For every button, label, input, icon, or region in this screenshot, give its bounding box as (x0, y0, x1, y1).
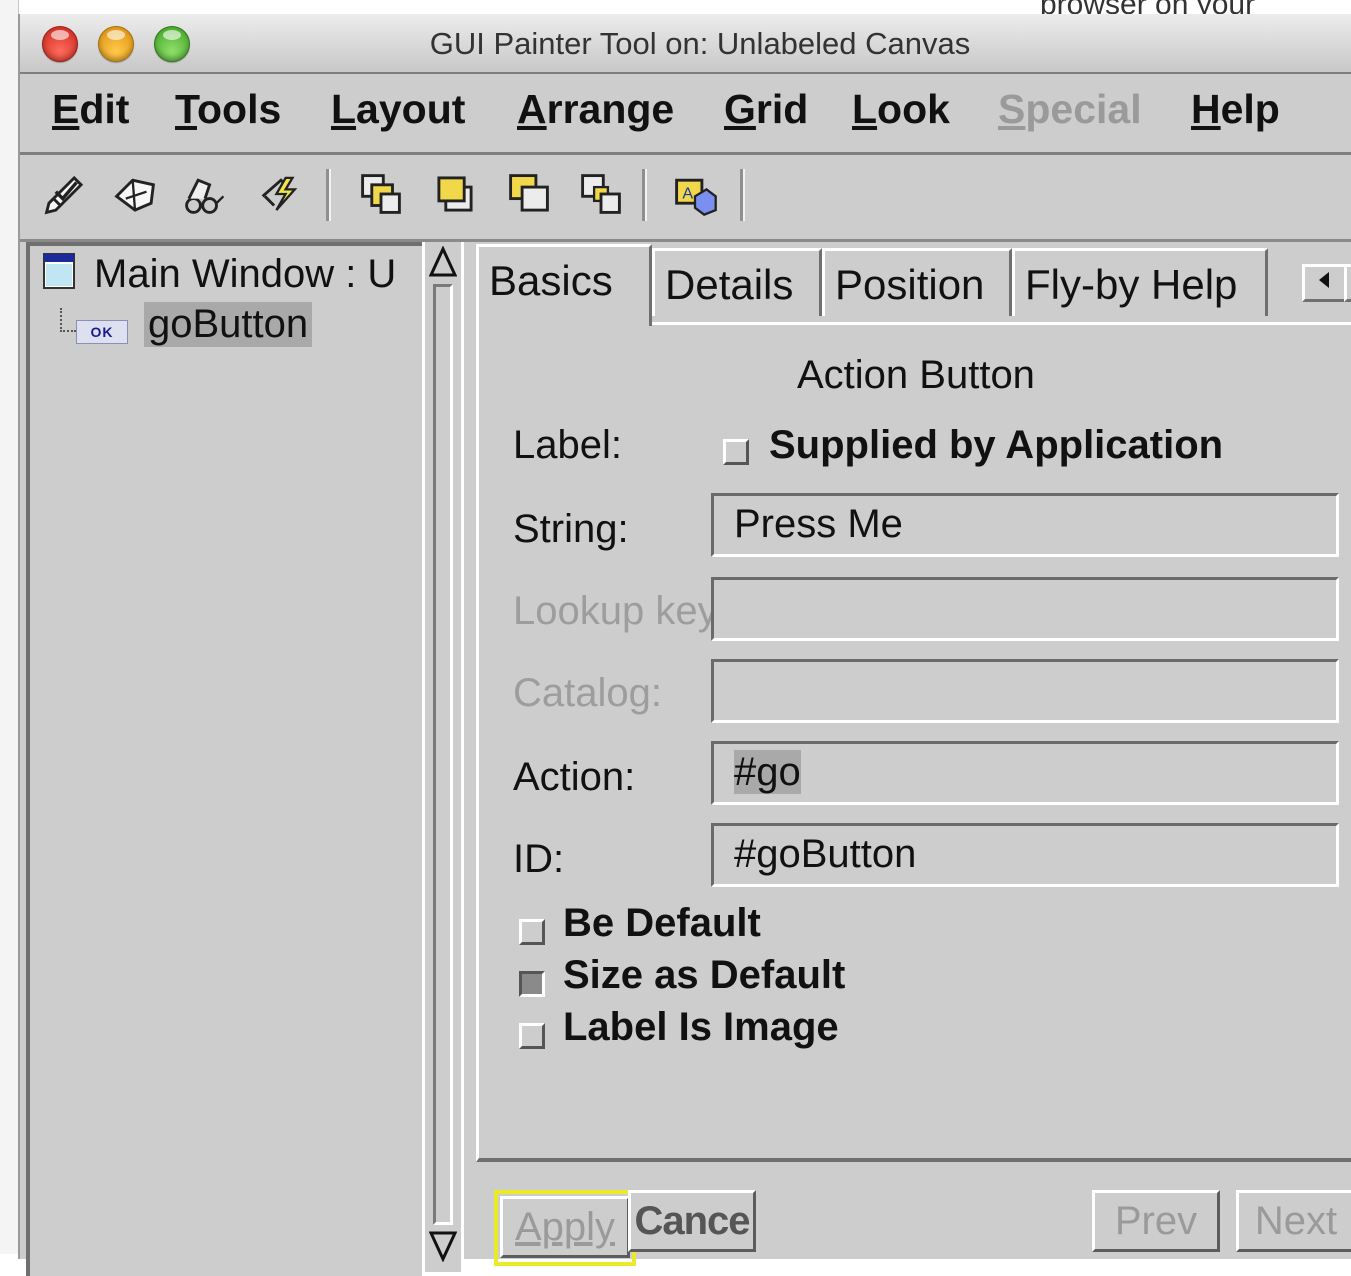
menu-grid[interactable]: Grid (724, 86, 808, 133)
glasses-icon[interactable] (180, 169, 230, 219)
menu-special: Special (998, 86, 1142, 132)
send-backward-icon[interactable] (430, 169, 480, 219)
tree-connector (60, 308, 76, 332)
tree-scrollbar[interactable] (422, 242, 464, 1272)
id-input[interactable]: #goButton (711, 823, 1339, 887)
string-label: String: (513, 507, 629, 551)
menu-arrange[interactable]: Arrange (517, 86, 674, 133)
prev-button-label: Prev (1114, 1199, 1198, 1243)
tab-position[interactable]: Position (822, 248, 1012, 316)
tree-item-gobutton[interactable]: goButton (144, 302, 313, 347)
menu-edit[interactable]: Edit (52, 86, 129, 133)
id-label: ID: (513, 837, 565, 881)
menu-bar: Edit Tools Layout Arrange Grid Look Spec… (20, 74, 1351, 155)
next-button-label: Next (1254, 1199, 1338, 1243)
gui-painter-window: GUI Painter Tool on: Unlabeled Canvas Ed… (18, 14, 1351, 1276)
section-title: Action Button (797, 353, 1035, 397)
eraser-icon[interactable] (110, 169, 160, 219)
scroll-track[interactable] (433, 284, 453, 1225)
action-input-value: #go (734, 750, 801, 794)
cancel-button[interactable]: Cance (628, 1190, 756, 1252)
tree-root-label: Main Window : U (94, 252, 397, 296)
menu-look[interactable]: Look (852, 86, 950, 133)
toolbar-separator (326, 169, 331, 221)
apply-button-label: Apply (514, 1205, 616, 1249)
window-title: GUI Painter Tool on: Unlabeled Canvas (429, 26, 971, 61)
lightning-check-icon[interactable] (256, 169, 306, 219)
supplied-by-application-label: Supplied by Application (769, 423, 1224, 467)
scroll-up-arrow-icon[interactable] (428, 245, 458, 278)
lookup-key-label: Lookup key: (513, 589, 729, 633)
tab-basics-label: Basics (489, 257, 613, 304)
scroll-down-arrow-icon[interactable] (428, 1230, 458, 1263)
string-input[interactable]: Press Me (711, 493, 1339, 557)
properties-panel: Basics Details Position Fly-by Help Acti… (476, 242, 1351, 1162)
size-as-default-label: Size as Default (563, 953, 846, 997)
catalog-input (711, 659, 1339, 723)
bring-to-front-icon[interactable] (504, 169, 554, 219)
tab-fly-by-help[interactable]: Fly-by Help (1012, 248, 1268, 316)
button-widget-icon: OK (76, 320, 128, 344)
background-window-edge (0, 0, 19, 1254)
next-button[interactable]: Next (1236, 1190, 1351, 1252)
tab-position-label: Position (835, 261, 985, 308)
apply-button[interactable]: Apply (500, 1196, 630, 1258)
title-bar[interactable]: GUI Painter Tool on: Unlabeled Canvas (20, 14, 1351, 74)
menu-help[interactable]: Help (1191, 86, 1280, 133)
tab-details[interactable]: Details (652, 248, 822, 316)
tree-root-item[interactable]: Main Window : U (42, 252, 396, 300)
lookup-key-input (711, 577, 1339, 641)
send-to-back-icon[interactable] (576, 169, 626, 219)
label-is-image-label: Label Is Image (563, 1005, 839, 1049)
component-tree[interactable]: Main Window : U OK goButton (26, 242, 425, 1276)
supplied-by-application-checkbox[interactable] (723, 439, 749, 465)
label-is-image-checkbox[interactable] (519, 1023, 545, 1049)
tab-scroll-left-button[interactable] (1302, 264, 1348, 302)
checkmark-pencil-icon[interactable] (40, 169, 90, 219)
tab-bar: Basics Details Position Fly-by Help (476, 242, 1351, 326)
toolbar-separator (642, 169, 647, 221)
cancel-button-label: Cance (634, 1199, 750, 1243)
size-as-default-checkbox[interactable] (519, 971, 545, 997)
tab-fly-by-help-label: Fly-by Help (1025, 261, 1238, 308)
basics-page: Action Button Label: Supplied by Applica… (476, 322, 1351, 1162)
catalog-label: Catalog: (513, 671, 662, 715)
menu-tools[interactable]: Tools (175, 86, 281, 133)
chevron-right-icon (1347, 267, 1351, 293)
tab-details-label: Details (665, 261, 794, 308)
label-field-label: Label: (513, 423, 622, 467)
svg-text:A: A (682, 185, 693, 203)
be-default-label: Be Default (563, 901, 761, 945)
tab-scroll-right-button[interactable] (1344, 264, 1351, 302)
bring-forward-icon[interactable] (356, 169, 406, 219)
shapes-icon[interactable]: A (670, 169, 720, 219)
chevron-left-icon (1319, 272, 1329, 288)
prev-button[interactable]: Prev (1092, 1190, 1220, 1252)
window-icon (42, 252, 76, 300)
menu-layout[interactable]: Layout (331, 86, 465, 133)
be-default-checkbox[interactable] (519, 919, 545, 945)
action-input[interactable]: #go (711, 741, 1339, 805)
toolbar-separator (740, 169, 745, 221)
tab-basics[interactable]: Basics (476, 244, 652, 326)
action-label: Action: (513, 755, 636, 799)
toolbar: A (20, 155, 1351, 242)
